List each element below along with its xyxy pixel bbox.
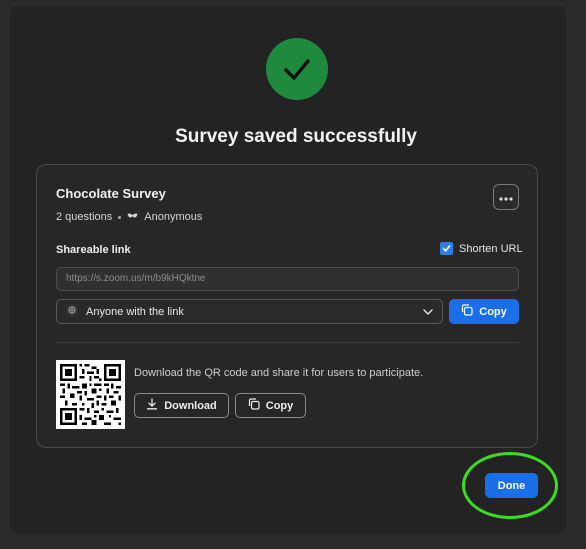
copy-link-button[interactable]: Copy xyxy=(449,299,519,324)
mask-icon xyxy=(127,211,138,223)
shorten-url-checkbox[interactable] xyxy=(440,242,453,255)
shareable-url-field[interactable]: https://s.zoom.us/m/b9kHQktne xyxy=(56,267,519,291)
copy-icon xyxy=(248,398,260,413)
copy-qr-button[interactable]: Copy xyxy=(235,393,306,418)
success-check-icon xyxy=(266,38,328,100)
survey-meta: 2 questions Anonymous xyxy=(56,211,202,223)
link-access-value: Anyone with the link xyxy=(86,305,184,318)
copy-icon xyxy=(461,304,473,319)
shorten-url-toggle[interactable]: Shorten URL xyxy=(440,242,523,255)
more-options-button[interactable] xyxy=(493,184,519,210)
globe-icon xyxy=(66,304,78,319)
shareable-link-label: Shareable link xyxy=(56,244,131,256)
more-dots-icon xyxy=(499,188,513,206)
download-label: Download xyxy=(164,399,217,412)
question-count: 2 questions xyxy=(56,211,113,223)
link-access-dropdown[interactable]: Anyone with the link xyxy=(56,299,443,324)
survey-name: Chocolate Survey xyxy=(56,186,166,201)
qr-code-image xyxy=(56,360,125,429)
anonymity-label: Anonymous xyxy=(144,211,203,223)
qr-description: Download the QR code and share it for us… xyxy=(134,367,424,379)
download-icon xyxy=(146,398,158,413)
chevron-down-icon xyxy=(423,306,433,318)
dialog-title: Survey saved successfully xyxy=(175,126,417,147)
highlight-ring-annotation xyxy=(462,452,558,519)
download-qr-button[interactable]: Download xyxy=(134,393,229,418)
survey-card: Chocolate Survey 2 questions Anonymous S… xyxy=(36,164,538,448)
section-divider xyxy=(56,342,519,343)
shorten-url-label: Shorten URL xyxy=(459,242,523,255)
copy-qr-label: Copy xyxy=(265,399,294,412)
copy-link-label: Copy xyxy=(479,305,507,318)
separator-dot xyxy=(118,215,122,219)
